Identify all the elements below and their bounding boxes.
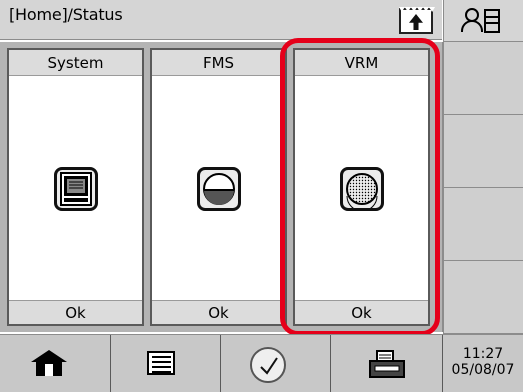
panel-title: System (9, 50, 142, 76)
home-button[interactable] (0, 335, 111, 392)
status-value: Ok (9, 300, 142, 324)
side-button-4[interactable] (443, 261, 523, 334)
arrow-up-icon (409, 14, 423, 30)
status-value: Ok (152, 300, 285, 324)
upload-icon-edge (399, 7, 435, 12)
system-panel[interactable]: System Ok (7, 48, 144, 326)
clock: 11:27 05/08/07 (443, 335, 523, 392)
bottom-toolbar: 11:27 05/08/07 (0, 334, 523, 392)
home-icon (31, 350, 67, 376)
print-button[interactable] (331, 335, 443, 392)
header-bar: [Home]/Status (0, 0, 442, 40)
clock-time: 11:27 (462, 346, 504, 362)
printer-icon (369, 350, 405, 378)
fms-icon (197, 167, 241, 211)
list-button[interactable] (111, 335, 221, 392)
checkmark-icon (250, 347, 286, 383)
user-body-icon (461, 20, 483, 32)
upload-icon[interactable] (399, 7, 435, 34)
system-icon (54, 167, 98, 211)
side-button-3[interactable] (443, 188, 523, 261)
breadcrumb: [Home]/Status (9, 5, 123, 24)
side-button-2[interactable] (443, 115, 523, 188)
system-icon-graphic (60, 172, 92, 206)
tank-level-icon (203, 173, 235, 205)
side-button-1[interactable] (443, 42, 523, 115)
user-list-line (486, 16, 498, 18)
acknowledge-button[interactable] (221, 335, 331, 392)
vrm-highlight-outline (280, 38, 440, 336)
panel-title: FMS (152, 50, 285, 76)
clock-date: 05/08/07 (451, 362, 515, 378)
user-list-icon (484, 9, 500, 33)
user-list-line (486, 22, 498, 24)
fms-panel[interactable]: FMS Ok (150, 48, 287, 326)
list-icon (147, 351, 175, 375)
user-login-button[interactable] (443, 0, 523, 42)
